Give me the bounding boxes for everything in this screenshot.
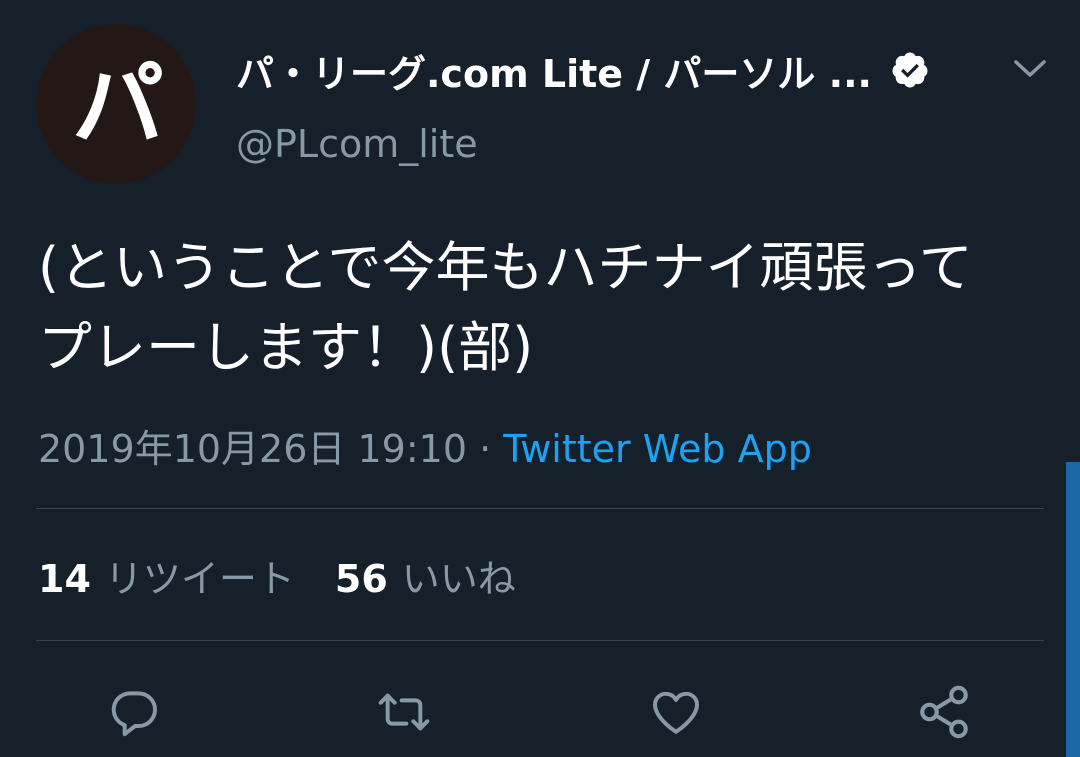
share-button[interactable] (914, 682, 974, 742)
avatar[interactable]: パ (36, 24, 196, 184)
scrollbar[interactable] (1066, 462, 1080, 757)
tweet-timestamp[interactable]: 2019年10月26日 19:10 (38, 427, 467, 471)
avatar-glyph: パ (71, 52, 164, 159)
retweets-label: リツイート (104, 557, 295, 601)
tweet-stats: 14 リツイート 56 いいね (38, 548, 516, 603)
tweet-source-link[interactable]: Twitter Web App (503, 427, 812, 471)
tweet-header: パ パ・リーグ.com Lite / パーソル ... @PLcom_lite (0, 0, 1080, 200)
retweet-button[interactable] (374, 682, 434, 742)
heart-icon (653, 691, 699, 734)
chevron-down-icon (1014, 60, 1046, 77)
likes-stat[interactable]: 56 いいね (335, 548, 516, 603)
tweet-actions (0, 670, 1080, 757)
name-row: パ・リーグ.com Lite / パーソル ... (236, 44, 930, 96)
retweets-stat[interactable]: 14 リツイート (38, 548, 295, 603)
like-button[interactable] (646, 682, 706, 742)
retweets-count: 14 (38, 557, 91, 601)
retweet-icon (378, 693, 430, 731)
user-handle[interactable]: @PLcom_lite (236, 122, 478, 166)
tweet-text: (ということで今年もハチナイ頑張ってプレーします！)(部) (38, 236, 973, 379)
likes-label: いいね (401, 557, 516, 601)
divider (36, 508, 1044, 509)
verified-badge-icon (892, 52, 928, 88)
tweet-meta: 2019年10月26日 19:10 · Twitter Web App (38, 418, 812, 473)
reply-button[interactable] (104, 682, 164, 742)
display-name[interactable]: パ・リーグ.com Lite / パーソル ... (236, 43, 872, 98)
tweet-menu-button[interactable] (1010, 52, 1050, 86)
meta-separator: · (467, 427, 504, 471)
likes-count: 56 (334, 557, 388, 601)
divider (36, 640, 1044, 641)
tweet-detail-page: パ パ・リーグ.com Lite / パーソル ... @PLcom_lite … (0, 0, 1080, 757)
share-icon (920, 685, 968, 739)
reply-icon (111, 691, 157, 737)
